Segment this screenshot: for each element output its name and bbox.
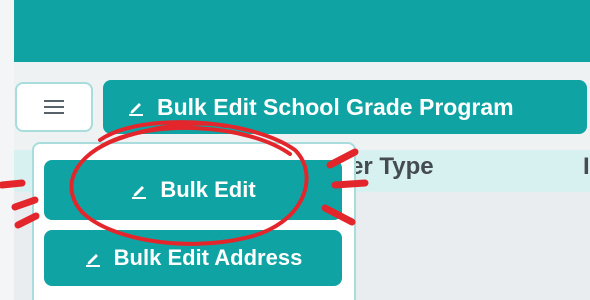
left-gutter [0,0,14,300]
hamburger-icon [44,100,64,114]
column-header-type: er Type [350,153,434,180]
pencil-icon [129,103,143,116]
column-header-next: I [583,153,590,180]
bulk-edit-menu-item[interactable]: Bulk Edit [44,160,342,220]
menu-item-label: Bulk Edit Address [113,245,303,270]
menu-toggle-button[interactable] [15,82,93,132]
pencil-icon [85,254,100,267]
menu-item-label: Bulk Edit [160,177,256,202]
bulk-edit-address-menu-item[interactable]: Bulk Edit Address [44,230,342,286]
primary-button-label: Bulk Edit School Grade Program [157,93,514,120]
pencil-icon [132,186,147,199]
top-app-bar [14,0,590,62]
bulk-edit-school-grade-program-button[interactable]: Bulk Edit School Grade Program [103,80,587,134]
